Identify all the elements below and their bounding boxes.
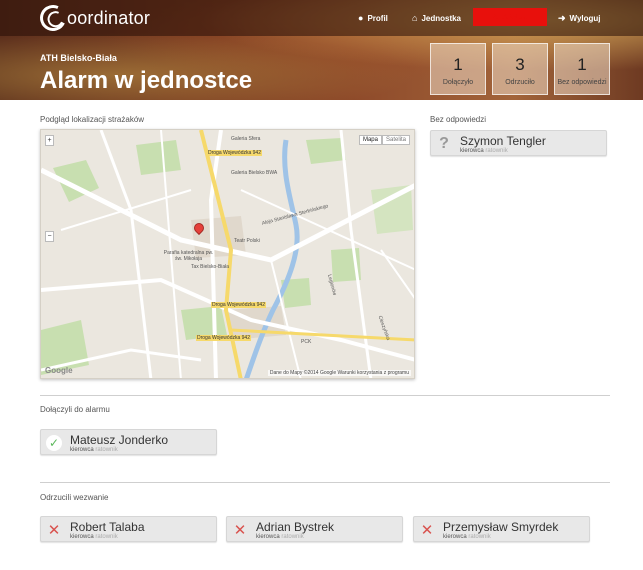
logo-c-icon (36, 1, 70, 35)
person-card[interactable]: ✓ Mateusz Jonderko kierowca ratownik (40, 429, 217, 455)
map-label-galeria-bwa: Galeria Bielsko BWA (231, 170, 278, 176)
stat-declined-value: 3 (515, 55, 525, 74)
map-label-galeria-sfera: Galeria Sfera (231, 136, 261, 142)
person-role: kierowca ratownik (70, 534, 118, 540)
map-label-tax: Tax Bielsko-Biała (191, 264, 230, 270)
person-role-main: kierowca (443, 534, 467, 540)
stat-no-response-label: Bez odpowiedzi (557, 79, 607, 86)
nav-profile-label: Profil (367, 13, 388, 23)
stat-no-response-value: 1 (577, 55, 587, 74)
person-card[interactable]: ✕ Robert Talaba kierowca ratownik (40, 516, 217, 542)
map-type-satellite-button[interactable]: Satelita (381, 135, 410, 145)
stat-declined-label: Odrzuciło (505, 79, 535, 86)
nav-unit[interactable]: ⌂ Jednostka (412, 10, 461, 26)
person-card[interactable]: ? Szymon Tengler kierowca ratownik (430, 130, 607, 156)
cross-icon: ✕ (420, 522, 434, 539)
header: oordinator ● Profil ⌂ Jednostka ALARMUJ … (0, 0, 643, 100)
cross-icon: ✕ (47, 522, 61, 539)
map-label-droga-3: Droga Wojewódzka 942 (196, 335, 251, 341)
unit-name: ATH Bielsko-Biała (40, 53, 117, 63)
person-name: Robert Talaba (70, 520, 145, 534)
logo-text: oordinator (67, 7, 151, 28)
person-role-tag: ratownik (281, 534, 304, 540)
alarm-button-label: ALARMUJ (492, 13, 528, 21)
zoom-out-control: − (45, 231, 54, 242)
user-icon: ● (358, 13, 364, 23)
person-role-tag: ratownik (95, 447, 118, 453)
zoom-out-button[interactable]: − (46, 232, 53, 241)
page-title: Alarm w jednostce (40, 67, 253, 94)
person-role: kierowca ratownik (70, 447, 118, 453)
logout-icon: ➜ (558, 12, 566, 23)
map-label-pck: PCK (301, 339, 312, 345)
person-role-main: kierowca (460, 148, 484, 154)
person-card[interactable]: ✕ Przemysław Smyrdek kierowca ratownik (413, 516, 590, 542)
nav-logout-label: Wyloguj (569, 13, 601, 23)
joined-section-label: Dołączyli do alarmu (40, 405, 110, 414)
google-logo: Google (45, 366, 73, 375)
person-role-main: kierowca (70, 447, 94, 453)
person-name: Szymon Tengler (460, 134, 546, 148)
home-icon: ⌂ (412, 13, 418, 23)
nav-logout[interactable]: ➜ Wyloguj (558, 10, 601, 26)
map-canvas (41, 130, 414, 378)
map-type-switch: Mapa Satelita (358, 135, 410, 145)
map-type-map-button[interactable]: Mapa (358, 135, 382, 145)
person-role: kierowca ratownik (460, 148, 508, 154)
stat-joined-value: 1 (453, 55, 463, 74)
section-divider (40, 395, 610, 396)
map-label-droga-2: Droga Wojewódzka 942 (211, 302, 266, 308)
map-label-droga-1: Droga Wojewódzka 942 (207, 150, 262, 156)
zoom-control: + (45, 135, 54, 146)
logo[interactable]: oordinator (36, 1, 151, 35)
map-section-label: Podgląd lokalizacji strażaków (40, 115, 145, 124)
person-card[interactable]: ✕ Adrian Bystrek kierowca ratownik (226, 516, 403, 542)
location-map[interactable]: + − Mapa Satelita Galeria Sfera Galeria … (40, 129, 415, 379)
person-role: kierowca ratownik (443, 534, 491, 540)
stat-declined: 3 Odrzuciło (492, 43, 548, 95)
cross-icon: ✕ (233, 522, 247, 539)
map-label-parafia: Parafia katedralna pw. św. Mikołaja (163, 250, 214, 262)
zoom-in-button[interactable]: + (46, 136, 53, 145)
stat-joined-label: Dołączyło (442, 79, 474, 86)
check-icon: ✓ (46, 435, 62, 451)
person-name: Mateusz Jonderko (70, 433, 169, 447)
no-response-section-label: Bez odpowiedzi (430, 115, 487, 124)
person-role-tag: ratownik (485, 148, 508, 154)
nav-profile[interactable]: ● Profil (358, 10, 388, 26)
alarm-button[interactable]: ALARMUJ (473, 8, 547, 26)
nav-unit-label: Jednostka (421, 13, 462, 23)
person-role-main: kierowca (70, 534, 94, 540)
person-role-tag: ratownik (468, 534, 491, 540)
person-role-main: kierowca (256, 534, 280, 540)
declined-section-label: Odrzucili wezwanie (40, 493, 109, 502)
section-divider (40, 482, 610, 483)
map-label-teatr: Teatr Polski (234, 238, 260, 244)
person-name: Adrian Bystrek (256, 520, 335, 534)
map-attribution[interactable]: Dane do Mapy ©2014 Google Warunki korzys… (267, 370, 411, 376)
stat-no-response: 1 Bez odpowiedzi (554, 43, 610, 95)
question-icon: ? (436, 135, 452, 152)
person-name: Przemysław Smyrdek (443, 520, 559, 534)
person-role-tag: ratownik (95, 534, 118, 540)
person-role: kierowca ratownik (256, 534, 304, 540)
stat-joined: 1 Dołączyło (430, 43, 486, 95)
